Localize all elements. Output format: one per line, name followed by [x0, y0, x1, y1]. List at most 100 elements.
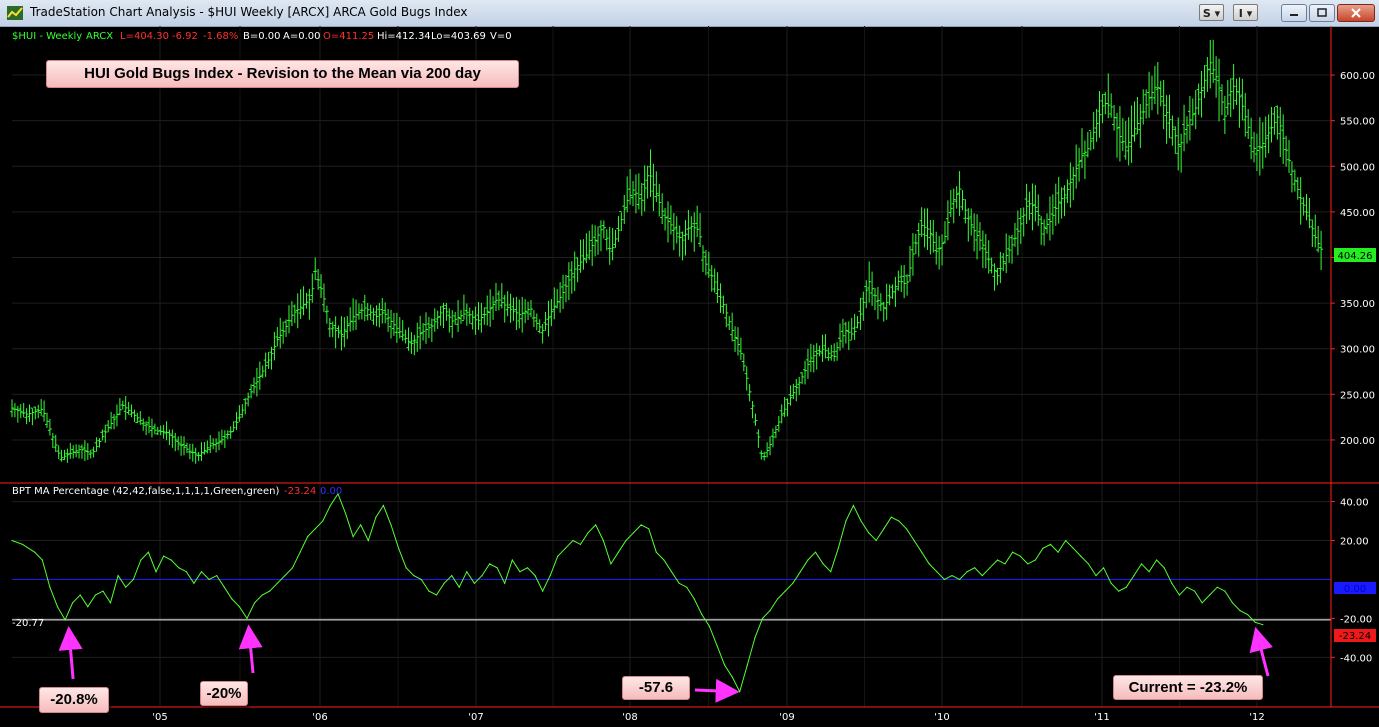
- price-bar: [1082, 140, 1087, 180]
- price-bar: [368, 304, 373, 320]
- indicator-point: [799, 571, 802, 573]
- indicator-point: [79, 594, 81, 596]
- price-bar: [173, 432, 178, 452]
- price-bar: [453, 311, 458, 325]
- indicator-point: [519, 571, 521, 573]
- price-bar: [654, 171, 659, 202]
- price-bar: [281, 321, 286, 344]
- indicator-point: [701, 613, 703, 616]
- price-bar: [765, 442, 770, 458]
- price-bar: [1257, 117, 1262, 176]
- indicator-point: [140, 559, 142, 561]
- indicator-point: [943, 578, 946, 581]
- price-bar: [613, 229, 618, 248]
- price-bar: [491, 296, 496, 320]
- x-tick-label: '07: [468, 712, 483, 723]
- price-bar: [342, 317, 347, 348]
- price-bar: [456, 300, 461, 332]
- price-bar: [934, 231, 939, 265]
- price-bar: [1228, 78, 1233, 118]
- indicators-dropdown-button[interactable]: I ▾: [1233, 4, 1258, 21]
- exchange-label: ARCX: [86, 31, 113, 42]
- symbol-label: $HUI - Weekly: [12, 31, 82, 42]
- price-bar: [730, 312, 735, 342]
- price-y-tick-label: 600.00: [1340, 71, 1375, 82]
- price-bar: [389, 309, 394, 339]
- x-tick-label: '05: [152, 712, 167, 723]
- price-bar: [1187, 96, 1192, 141]
- price-bar: [356, 303, 361, 320]
- indicator-point: [307, 536, 309, 538]
- indicator-point: [1148, 571, 1150, 573]
- ask-readout: A=0.00: [283, 31, 321, 42]
- indicator-point: [496, 567, 498, 569]
- price-bar: [1182, 104, 1187, 152]
- x-tick-label: '10: [934, 712, 949, 723]
- indicator-point: [693, 598, 695, 600]
- price-bar: [698, 213, 703, 247]
- price-bar: [298, 289, 303, 320]
- price-bar: [1205, 56, 1210, 92]
- indicator-point: [314, 528, 316, 530]
- price-bar: [1287, 139, 1292, 173]
- indicator-point: [1231, 602, 1234, 604]
- indicator-point: [663, 559, 665, 561]
- price-bar: [176, 436, 181, 451]
- indicator-point: [254, 602, 256, 604]
- high-readout: Hi=412.34: [377, 31, 431, 42]
- low-2004-callout: -20.8%: [39, 687, 109, 713]
- indicator-point: [435, 594, 438, 596]
- maximize-button[interactable]: [1309, 4, 1335, 22]
- price-bar: [855, 315, 860, 329]
- indicator-point: [458, 586, 460, 588]
- price-bar: [954, 186, 959, 209]
- minimize-button[interactable]: [1281, 4, 1307, 22]
- price-bar: [785, 398, 790, 417]
- close-icon: [1351, 8, 1361, 18]
- price-bar: [747, 384, 752, 402]
- price-bar: [1004, 233, 1009, 273]
- price-bar: [794, 378, 799, 402]
- indicator-point: [291, 567, 294, 569]
- volume-readout: V=0: [490, 31, 512, 42]
- close-button[interactable]: [1337, 4, 1375, 22]
- indicator-value: -23.24: [284, 486, 316, 497]
- price-bar: [502, 294, 507, 323]
- styles-dropdown-button[interactable]: S ▾: [1199, 4, 1224, 21]
- price-bar: [1138, 104, 1143, 148]
- indicator-point: [1171, 582, 1173, 584]
- indicator-point: [830, 571, 832, 573]
- indicator-point: [1027, 563, 1029, 565]
- price-bar: [937, 235, 942, 270]
- price-bar: [633, 174, 638, 214]
- indicator-point: [443, 582, 445, 584]
- price-bar: [1158, 80, 1163, 107]
- indicator-point: [724, 664, 726, 666]
- indicator-point: [132, 578, 134, 581]
- indicator-point: [1004, 563, 1006, 565]
- price-bar: [71, 445, 76, 459]
- indicator-point: [610, 563, 612, 565]
- price-bar: [321, 283, 326, 312]
- indicator-point: [936, 571, 938, 573]
- price-bar: [870, 271, 875, 306]
- indicator-point: [534, 575, 536, 577]
- price-bar: [251, 377, 256, 394]
- x-tick-label: '06: [312, 712, 327, 723]
- price-bar: [458, 309, 463, 324]
- price-bar: [721, 295, 726, 314]
- price-bar: [429, 318, 434, 342]
- price-bar: [1319, 230, 1324, 271]
- price-bar: [1047, 196, 1052, 241]
- price-bar: [473, 306, 478, 335]
- price-bar: [505, 291, 510, 317]
- price-bar: [543, 311, 548, 331]
- price-bar: [977, 222, 982, 251]
- price-bar: [773, 425, 778, 439]
- price-bar: [724, 303, 729, 328]
- price-bar: [27, 404, 32, 422]
- price-bar: [616, 216, 621, 242]
- price-bar: [706, 251, 711, 278]
- indicator-point: [989, 567, 991, 569]
- price-bar: [1088, 130, 1093, 151]
